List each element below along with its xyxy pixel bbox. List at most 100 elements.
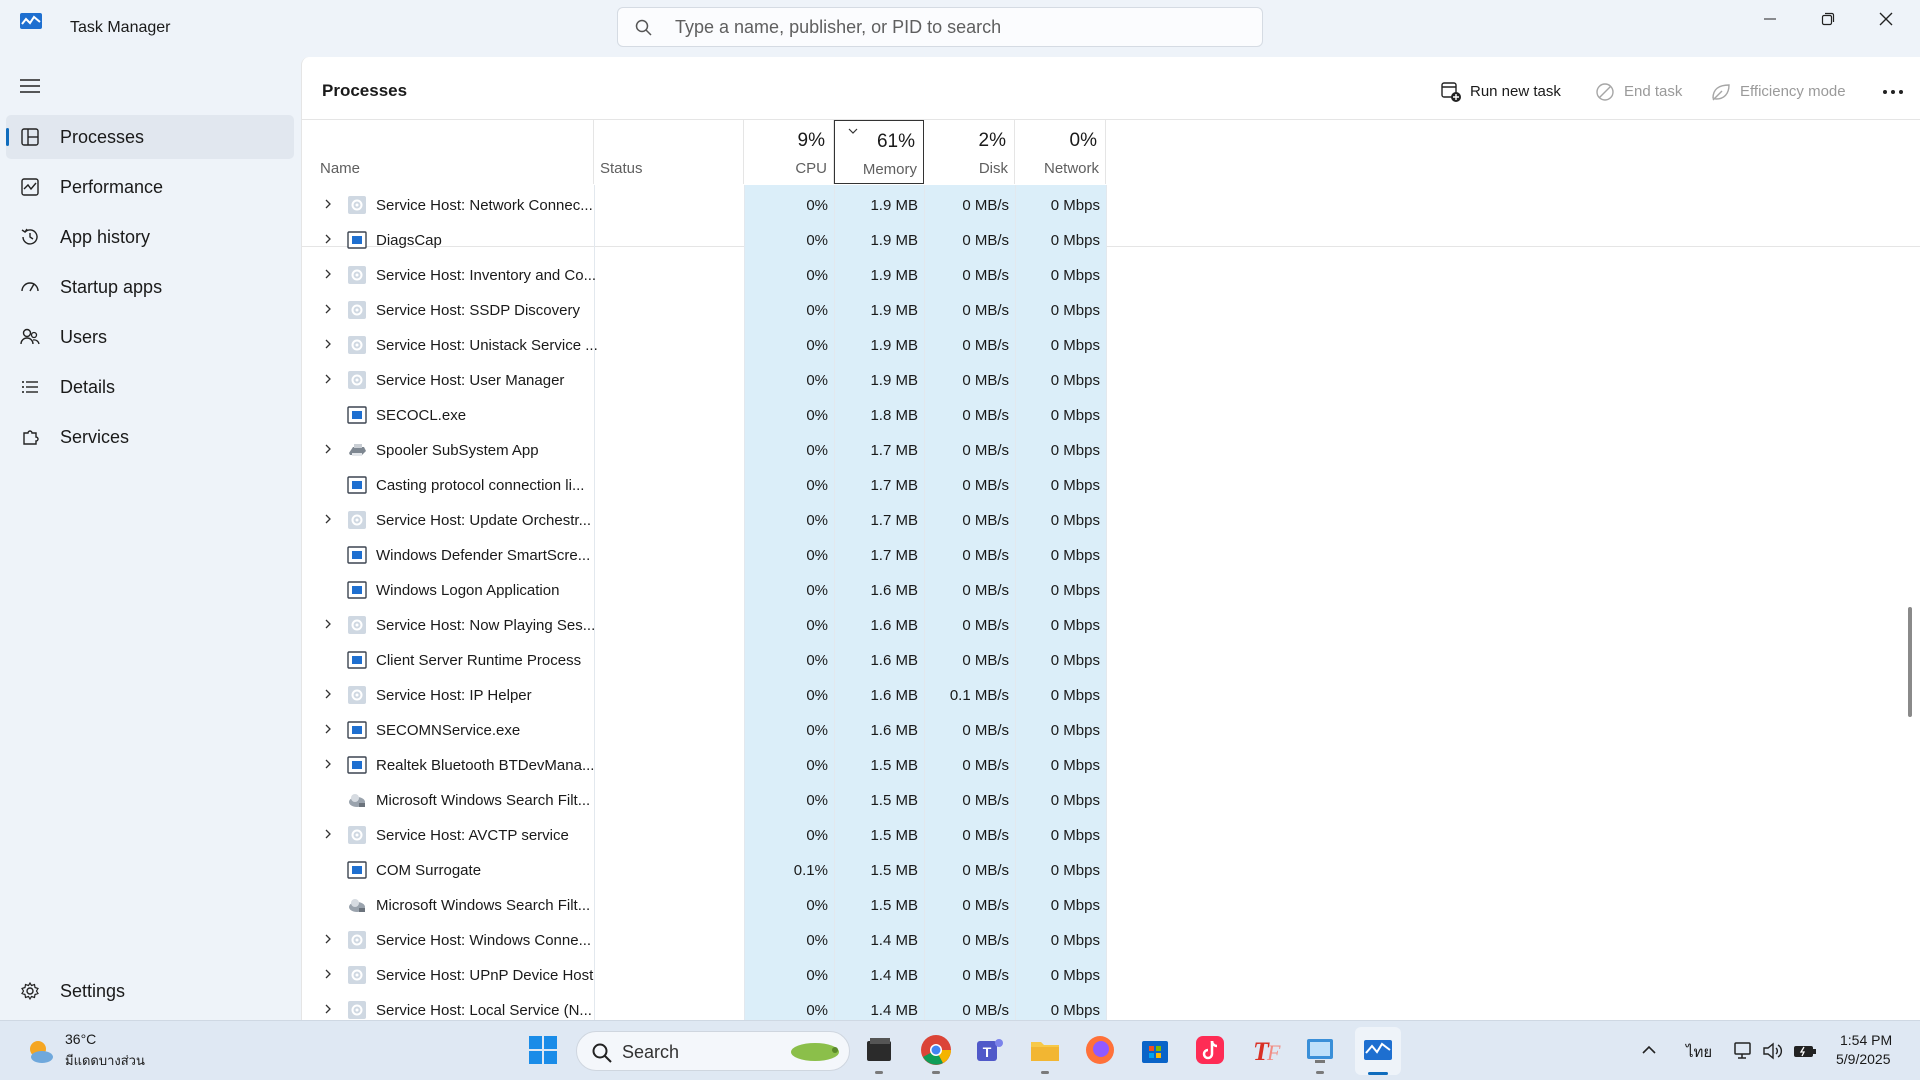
service-gear-icon xyxy=(348,966,366,984)
task-manager-taskbar-icon[interactable] xyxy=(1361,1033,1395,1067)
text-app-icon[interactable]: T F xyxy=(1248,1033,1282,1067)
restore-button[interactable] xyxy=(1799,0,1857,40)
chrome-icon[interactable] xyxy=(919,1033,953,1067)
expand-chevron-icon[interactable] xyxy=(322,198,334,210)
table-row[interactable]: Service Host: Windows Conne... 0% 1.4 MB 0 … xyxy=(302,922,1920,957)
expand-chevron-icon[interactable] xyxy=(322,1003,334,1015)
tiktok-icon[interactable] xyxy=(1193,1033,1227,1067)
table-row[interactable]: Service Host: Inventory and Co... 0% 1.9 M… xyxy=(302,257,1920,292)
teams-icon[interactable]: T xyxy=(973,1033,1007,1067)
weather-description[interactable]: มีแดดบางส่วน xyxy=(65,1050,145,1071)
table-row[interactable]: Service Host: User Manager 0% 1.9 MB 0 MB/s… xyxy=(302,362,1920,397)
table-row[interactable]: DiagsCap 0% 1.9 MB 0 MB/s 0 Mbps xyxy=(302,222,1920,257)
table-row[interactable]: Spooler SubSystem App 0% 1.7 MB 0 MB/s 0 Mbp… xyxy=(302,432,1920,467)
cpu-value: 0% xyxy=(806,267,828,284)
sidebar-item-details[interactable]: Details xyxy=(6,365,294,409)
windows-start-icon[interactable] xyxy=(526,1033,560,1067)
minimize-button[interactable] xyxy=(1741,0,1799,40)
process-name: Service Host: Windows Conne... xyxy=(376,932,592,949)
column-header-status[interactable]: Status xyxy=(594,120,744,184)
memory-value: 1.4 MB xyxy=(870,1002,918,1019)
volume-icon[interactable] xyxy=(1762,1041,1784,1061)
table-row[interactable]: Service Host: Unistack Service ... 0% 1.9 … xyxy=(302,327,1920,362)
table-row[interactable]: Microsoft Windows Search Filt... 0% 1.5 MB… xyxy=(302,782,1920,817)
clock-time[interactable]: 1:54 PM xyxy=(1840,1032,1892,1048)
sidebar-item-app-history[interactable]: App history xyxy=(6,215,294,259)
sidebar-item-processes[interactable]: Processes xyxy=(6,115,294,159)
gear-icon xyxy=(21,981,39,1001)
table-row[interactable]: Service Host: SSDP Discovery 0% 1.9 MB 0 MB… xyxy=(302,292,1920,327)
expand-chevron-icon[interactable] xyxy=(322,443,334,455)
folder-icon[interactable] xyxy=(1028,1033,1062,1067)
expand-chevron-icon[interactable] xyxy=(322,513,334,525)
battery-charging-icon[interactable] xyxy=(1792,1041,1818,1061)
column-header-network[interactable]: 0% Network xyxy=(1015,120,1106,184)
expand-chevron-icon[interactable] xyxy=(322,373,334,385)
table-row[interactable]: Service Host: AVCTP service 0% 1.5 MB 0 MB/… xyxy=(302,817,1920,852)
search-input[interactable] xyxy=(675,14,1245,40)
sidebar-item-users[interactable]: Users xyxy=(6,315,294,359)
table-row[interactable]: Service Host: Now Playing Ses... 0% 1.6 MB… xyxy=(302,607,1920,642)
file-explorer-dark-icon[interactable] xyxy=(862,1033,896,1067)
table-row[interactable]: Realtek Bluetooth BTDevMana... 0% 1.5 MB 0 … xyxy=(302,747,1920,782)
column-header-name[interactable]: Name xyxy=(302,120,594,184)
firefox-icon[interactable] xyxy=(1083,1033,1117,1067)
expand-chevron-icon[interactable] xyxy=(322,618,334,630)
sidebar-item-startup-apps[interactable]: Startup apps xyxy=(6,265,294,309)
expand-chevron-icon[interactable] xyxy=(322,933,334,945)
more-options-icon[interactable] xyxy=(1878,79,1908,105)
chevron-up-icon[interactable] xyxy=(1640,1041,1658,1059)
close-button[interactable] xyxy=(1857,0,1915,40)
table-row[interactable]: Windows Logon Application 0% 1.6 MB 0 MB/s 0… xyxy=(302,572,1920,607)
table-row[interactable]: COM Surrogate 0.1% 1.5 MB 0 MB/s 0 Mbps xyxy=(302,852,1920,887)
store-icon[interactable] xyxy=(1138,1033,1172,1067)
table-row[interactable]: Service Host: UPnP Device Host 0% 1.4 MB 0 … xyxy=(302,957,1920,992)
table-row[interactable]: SECOCL.exe 0% 1.8 MB 0 MB/s 0 Mbps xyxy=(302,397,1920,432)
expand-chevron-icon[interactable] xyxy=(322,268,334,280)
service-gear-icon xyxy=(348,931,366,949)
table-row[interactable]: Service Host: IP Helper 0% 1.6 MB 0.1 MB/s 0… xyxy=(302,677,1920,712)
table-row[interactable]: Microsoft Windows Search Filt... 0% 1.5 MB… xyxy=(302,887,1920,922)
expand-chevron-icon[interactable] xyxy=(322,758,334,770)
process-name: Service Host: Unistack Service ... xyxy=(376,337,598,354)
expand-chevron-icon[interactable] xyxy=(322,968,334,980)
memory-value: 1.7 MB xyxy=(870,477,918,494)
table-row[interactable]: Service Host: Network Connec... 0% 1.9 MB 0… xyxy=(302,187,1920,222)
input-language-indicator[interactable]: ไทย xyxy=(1686,1040,1712,1064)
sidebar-item-services[interactable]: Services xyxy=(6,415,294,459)
sidebar-item-performance[interactable]: Performance xyxy=(6,165,294,209)
expand-chevron-icon[interactable] xyxy=(322,828,334,840)
table-row[interactable]: SECOMNService.exe 0% 1.6 MB 0 MB/s 0 Mbps xyxy=(302,712,1920,747)
column-header-label: Disk xyxy=(978,160,1008,177)
service-gear-icon xyxy=(348,371,366,389)
end-task-label: End task xyxy=(1624,83,1683,100)
app-window-icon xyxy=(347,476,367,494)
expand-chevron-icon[interactable] xyxy=(322,338,334,350)
column-header-disk[interactable]: 2% Disk xyxy=(924,120,1015,184)
taskbar-search-box[interactable]: Search xyxy=(576,1031,850,1071)
expand-chevron-icon[interactable] xyxy=(322,688,334,700)
expand-chevron-icon[interactable] xyxy=(322,233,334,245)
search-box[interactable] xyxy=(617,7,1263,47)
table-row[interactable]: Client Server Runtime Process 0% 1.6 MB 0 M… xyxy=(302,642,1920,677)
memory-value: 1.9 MB xyxy=(870,267,918,284)
table-row[interactable]: Casting protocol connection li... 0% 1.7 M… xyxy=(302,467,1920,502)
vertical-scrollbar[interactable] xyxy=(1908,607,1912,717)
process-name: Service Host: User Manager xyxy=(376,372,565,389)
table-row[interactable]: Windows Defender SmartScre... 0% 1.7 MB 0 M… xyxy=(302,537,1920,572)
table-row[interactable]: Service Host: Update Orchestr... 0% 1.7 MB… xyxy=(302,502,1920,537)
table-row[interactable]: Service Host: Local Service (N... 0% 1.4 M… xyxy=(302,992,1920,1020)
column-header-cpu[interactable]: 9% CPU xyxy=(744,120,834,184)
partly-sunny-icon[interactable] xyxy=(24,1035,56,1067)
weather-temperature[interactable]: 36°C xyxy=(65,1031,96,1047)
expand-chevron-icon[interactable] xyxy=(322,723,334,735)
network-icon[interactable] xyxy=(1734,1041,1756,1061)
hamburger-menu-icon[interactable] xyxy=(18,76,42,96)
clock-date[interactable]: 5/9/2025 xyxy=(1836,1051,1891,1067)
memory-value: 1.9 MB xyxy=(870,232,918,249)
column-header-memory[interactable]: 61% Memory xyxy=(834,120,924,184)
control-panel-icon[interactable] xyxy=(1303,1033,1337,1067)
expand-chevron-icon[interactable] xyxy=(322,303,334,315)
sidebar-item-settings[interactable]: Settings xyxy=(6,969,294,1013)
cpu-value: 0% xyxy=(806,197,828,214)
